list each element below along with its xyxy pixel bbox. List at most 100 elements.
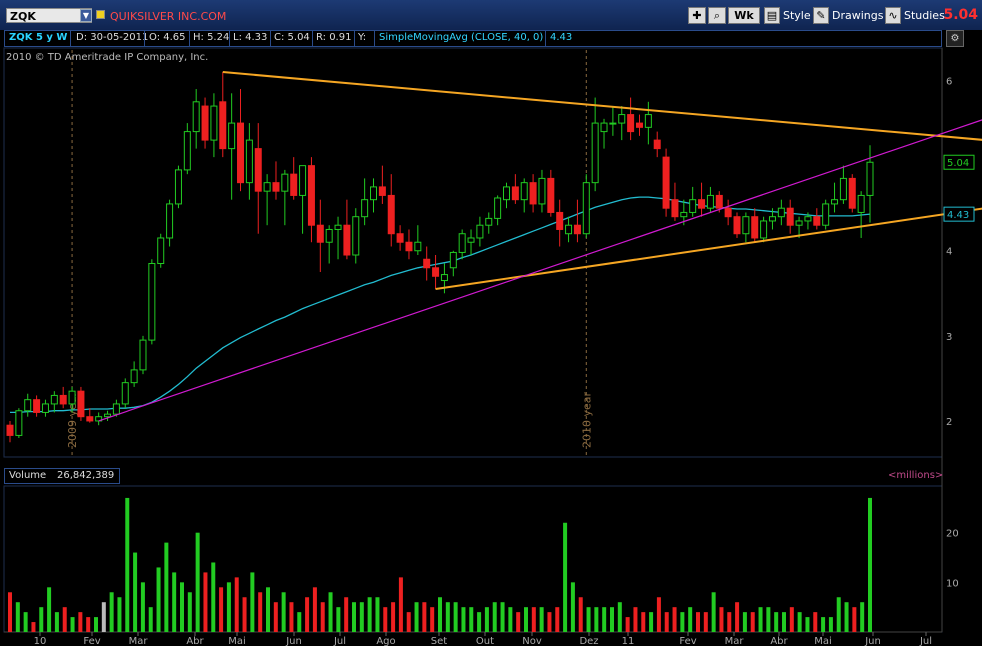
volume-bar [524, 607, 528, 632]
volume-bar [445, 602, 450, 632]
x-axis-tick: Fev [83, 636, 100, 646]
volume-bar [305, 597, 310, 632]
candle-body [228, 122, 236, 150]
candle-body [41, 403, 49, 413]
candle-body [405, 241, 413, 252]
volume-bar [555, 607, 560, 632]
candle-body [112, 403, 120, 415]
candle-body [104, 413, 112, 418]
candle-body [254, 148, 262, 192]
volume-bar [430, 607, 435, 632]
volume-bar [453, 602, 458, 632]
volume-bar [641, 612, 646, 632]
candle-body [210, 105, 218, 141]
candle-body [618, 114, 626, 124]
candle-body [299, 165, 307, 196]
volume-bar [664, 612, 669, 632]
trendline [435, 207, 982, 291]
volume-bar [125, 497, 130, 632]
volume-bar [868, 497, 872, 632]
x-axis-tick: Set [431, 636, 448, 646]
candle-body [121, 382, 129, 405]
volume-bar [109, 592, 114, 632]
candle-body [378, 186, 386, 196]
x-axis-tick: Jul [919, 636, 932, 646]
price-axis-tick: 2 [946, 417, 952, 428]
volume-bar [805, 617, 810, 632]
x-axis-tick: Jun [285, 636, 302, 646]
candle-body [86, 416, 94, 422]
volume-bar [789, 607, 794, 632]
volume-bar [187, 592, 192, 632]
x-axis-tick: Nov [522, 636, 542, 646]
x-axis-tick: Fev [679, 636, 696, 646]
candle-body [166, 203, 174, 239]
volume-bar [774, 612, 779, 632]
volume-bar [156, 567, 161, 632]
candle-body [547, 177, 555, 213]
candle-body [556, 211, 564, 230]
candle-body [777, 207, 785, 218]
candle-body [6, 424, 14, 436]
candle-body [529, 182, 537, 205]
year-marker-label: 2010 year [580, 391, 593, 448]
candle-body [760, 220, 768, 239]
volume-bar [352, 602, 356, 632]
volume-bar [813, 612, 818, 632]
volume-bar [140, 582, 145, 632]
candle-body [627, 114, 635, 133]
candle-body [423, 258, 431, 269]
volume-bar [742, 612, 747, 632]
volume-bar [281, 592, 286, 632]
candle-body [751, 216, 759, 239]
volume-bar [547, 612, 552, 632]
candle-body [361, 199, 369, 218]
volume-bar [828, 617, 833, 632]
candle-body [370, 186, 378, 201]
candle-body [591, 122, 599, 184]
volume-bar [610, 607, 614, 632]
candle-body [24, 399, 32, 412]
volume-bar [70, 617, 75, 632]
candle-body [467, 237, 475, 243]
candle-body [387, 194, 395, 235]
volume-bar [735, 602, 740, 632]
candle-body [237, 122, 245, 184]
volume-bar [594, 607, 599, 632]
candle-body [325, 228, 333, 243]
volume-bar [8, 592, 12, 632]
candle-body [813, 216, 821, 226]
volume-bar [406, 612, 411, 632]
x-axis-tick: Mai [814, 636, 832, 646]
candle-body [565, 224, 573, 235]
candle-body [698, 199, 706, 209]
price-panel-frame [3, 47, 943, 458]
candle-body [148, 263, 156, 341]
candle-body [600, 122, 608, 133]
x-axis-tick: Mar [725, 636, 745, 646]
volume-bar [602, 607, 607, 632]
candle-body [724, 207, 732, 218]
candle-body [502, 186, 510, 201]
candle-body [352, 216, 360, 256]
candle-body [573, 224, 581, 235]
candle-body [609, 122, 617, 125]
volume-axis-tick: 20 [946, 529, 959, 540]
candle-body [174, 169, 182, 205]
volume-bar [766, 607, 771, 632]
volume-bar [15, 602, 20, 632]
volume-bar [258, 592, 263, 632]
volume-bar [797, 612, 802, 632]
candle-body [316, 224, 324, 243]
volume-bar [516, 612, 521, 632]
x-axis-tick: Mar [129, 636, 149, 646]
volume-bar [117, 597, 122, 632]
volume-bar [672, 607, 677, 632]
candle-body [414, 241, 422, 252]
candle-body [538, 177, 546, 205]
candle-body [192, 101, 200, 133]
x-axis-tick: Out [476, 636, 494, 646]
volume-bar [821, 617, 826, 632]
volume-bar [422, 602, 427, 632]
volume-bar [711, 592, 716, 632]
